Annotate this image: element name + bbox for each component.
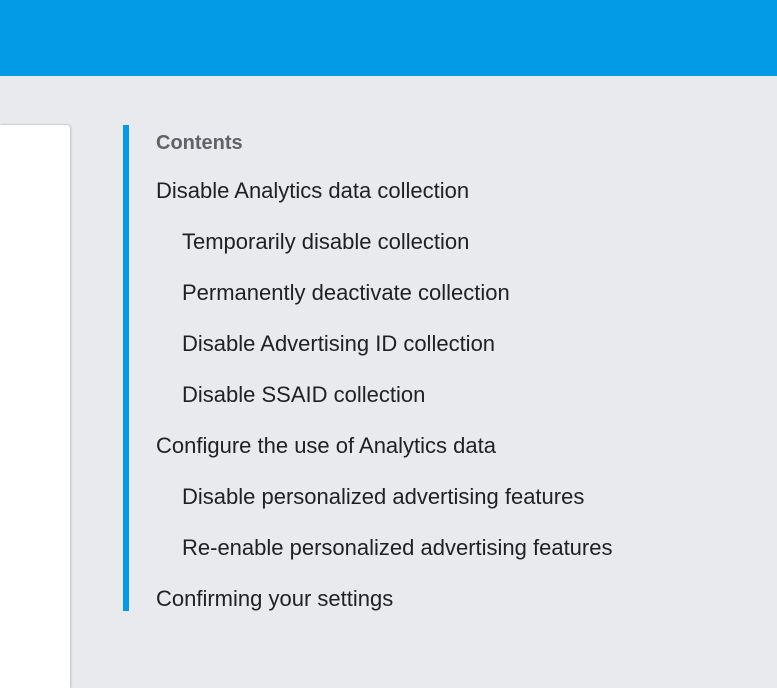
toc-item-configure-analytics-data-use[interactable]: Configure the use of Analytics data [129,431,773,482]
table-of-contents: Contents Disable Analytics data collecti… [123,125,773,611]
toc-item-temporarily-disable-collection[interactable]: Temporarily disable collection [129,227,773,278]
main-content-card [0,125,70,688]
toc-item-disable-analytics-data-collection[interactable]: Disable Analytics data collection [129,176,773,227]
toc-item-disable-ssaid-collection[interactable]: Disable SSAID collection [129,380,773,431]
top-app-bar [0,0,777,76]
toc-list: Disable Analytics data collection Tempor… [129,176,773,635]
toc-item-permanently-deactivate-collection[interactable]: Permanently deactivate collection [129,278,773,329]
toc-item-disable-advertising-id-collection[interactable]: Disable Advertising ID collection [129,329,773,380]
toc-item-disable-personalized-advertising[interactable]: Disable personalized advertising feature… [129,482,773,533]
toc-item-reenable-personalized-advertising[interactable]: Re-enable personalized advertising featu… [129,533,773,584]
toc-title: Contents [156,132,243,154]
toc-item-confirming-settings[interactable]: Confirming your settings [129,584,773,635]
